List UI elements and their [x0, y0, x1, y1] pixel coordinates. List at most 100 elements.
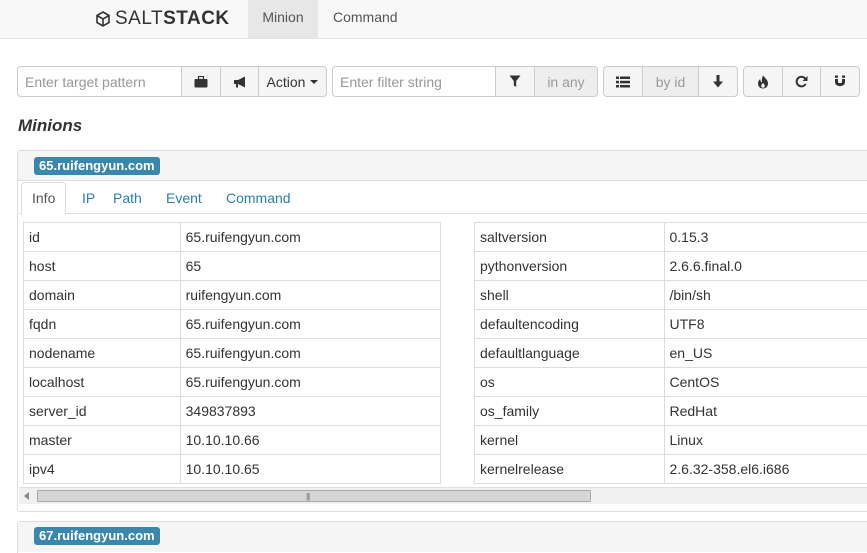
grain-value: 0.15.3 [663, 222, 867, 252]
grain-value: 65.ruifengyun.com [179, 309, 442, 339]
brand-name: SALTSTACK [115, 8, 230, 29]
grain-row: os_family RedHat [474, 396, 867, 426]
briefcase-icon [194, 75, 208, 87]
refresh-button[interactable] [782, 66, 821, 97]
scrollbar-thumb[interactable]: ||| [37, 490, 591, 502]
grain-row: localhost 65.ruifengyun.com [23, 367, 442, 397]
grain-value: Linux [663, 425, 867, 455]
fire-icon [758, 75, 768, 88]
grain-value: 65.ruifengyun.com [179, 338, 442, 368]
grain-row: master 10.10.10.66 [23, 425, 442, 455]
grain-row: ipv4 10.10.10.65 [23, 454, 442, 484]
saltstack-cube-icon [96, 11, 110, 27]
grain-key: kernelrelease [474, 454, 665, 484]
grain-row: pythonversion 2.6.6.final.0 [474, 251, 867, 281]
filter-string-input[interactable]: Enter filter string [332, 66, 496, 97]
magnet-button[interactable] [820, 66, 860, 97]
list-button[interactable] [603, 66, 643, 97]
grain-row: id 65.ruifengyun.com [23, 222, 442, 252]
tab-ip[interactable]: IP [72, 182, 105, 214]
brand-logo[interactable]: SALTSTACK [95, 8, 230, 30]
grain-value: 65.ruifengyun.com [179, 222, 442, 252]
grain-key: saltversion [474, 222, 665, 252]
target-pattern-input[interactable]: Enter target pattern [17, 66, 182, 97]
grain-key: shell [474, 280, 665, 310]
grain-key: host [23, 251, 181, 281]
grain-row: shell/bin/sh [474, 280, 867, 310]
grain-key: pythonversion [474, 251, 665, 281]
grain-value: RedHat [663, 396, 867, 426]
nav-tab-command[interactable]: Command [319, 0, 412, 38]
grain-value: /bin/sh [663, 280, 867, 310]
fire-button[interactable] [743, 66, 783, 97]
briefcase-button[interactable] [181, 66, 221, 97]
filter-button[interactable] [495, 66, 535, 97]
grain-key: server_id [23, 396, 181, 426]
refresh-icon [795, 75, 808, 88]
grain-key: defaultencoding [474, 309, 665, 339]
grain-key: os_family [474, 396, 665, 426]
grain-value: en_US [663, 338, 867, 368]
sort-by-id-button[interactable]: by id [642, 66, 699, 97]
grain-key: ipv4 [23, 454, 181, 484]
minion-panel-header[interactable]: 67.ruifengyun.com [18, 522, 867, 552]
grain-row: domain ruifengyun.com [23, 280, 442, 310]
in-any-button[interactable]: in any [534, 66, 598, 97]
sort-descending-button[interactable] [698, 66, 738, 97]
minion-id-badge: 67.ruifengyun.com [34, 527, 160, 545]
magnet-icon [835, 75, 845, 87]
list-icon [616, 76, 630, 87]
horizontal-scrollbar[interactable]: ||| [19, 487, 867, 504]
grain-key: defaultlanguage [474, 338, 665, 368]
grains-table-right: saltversion 0.15.3 pythonversion 2.6.6.fina… [474, 222, 867, 484]
filter-icon [509, 75, 521, 87]
grain-row: defaultlanguage en_US [474, 338, 867, 368]
grains-table-left: id 65.ruifengyun.com host 65 domain ruifengyu… [23, 222, 442, 484]
minion-panel: 65.ruifengyun.com Info IP Path Event Com… [17, 150, 867, 512]
grain-key: fqdn [23, 309, 181, 339]
grain-key: domain [23, 280, 181, 310]
grain-value: 10.10.10.66 [179, 425, 442, 455]
grip-icon: ||| [306, 492, 310, 501]
top-navbar: SALTSTACK Minion Command [0, 0, 867, 39]
bullhorn-button[interactable] [220, 66, 259, 97]
grain-value: 2.6.6.final.0 [663, 251, 867, 281]
grain-key: nodename [23, 338, 181, 368]
action-label: Action [266, 73, 306, 90]
grain-value: 10.10.10.65 [179, 454, 442, 484]
grain-row: kernel Linux [474, 425, 867, 455]
grain-value: 2.6.32-358.el6.i686 [663, 454, 867, 484]
grain-row: nodename 65.ruifengyun.com [23, 338, 442, 368]
grain-row: server_id 349837893 [23, 396, 442, 426]
grain-value: UTF8 [663, 309, 867, 339]
minion-tabs: Info IP Path Event Command [19, 182, 867, 215]
grain-value: 65 [179, 251, 442, 281]
grain-key: localhost [23, 367, 181, 397]
grain-key: os [474, 367, 665, 397]
grain-row: os CentOS [474, 367, 867, 397]
minion-panel-header[interactable]: 65.ruifengyun.com [18, 151, 867, 181]
grain-row: host 65 [23, 251, 442, 281]
grain-key: id [23, 222, 181, 252]
page-title: Minions [18, 116, 83, 135]
grain-value: ruifengyun.com [179, 280, 442, 310]
grain-value: CentOS [663, 367, 867, 397]
scroll-left-arrow-icon[interactable] [24, 492, 29, 500]
grain-value: 65.ruifengyun.com [179, 367, 442, 397]
minion-panel: 67.ruifengyun.com [17, 521, 867, 553]
grain-value: 349837893 [179, 396, 442, 426]
grain-key: master [23, 425, 181, 455]
grain-key: kernel [474, 425, 665, 455]
action-dropdown-button[interactable]: Action [258, 66, 327, 97]
grain-row: defaultencoding UTF8 [474, 309, 867, 339]
tab-command[interactable]: Command [216, 182, 301, 214]
grain-row: kernelrelease 2.6.32-358.el6.i686 [474, 454, 867, 484]
tab-path[interactable]: Path [103, 182, 152, 214]
tab-info[interactable]: Info [21, 182, 67, 215]
minion-id-badge: 65.ruifengyun.com [34, 157, 160, 175]
caret-down-icon [310, 79, 319, 84]
tab-event[interactable]: Event [156, 182, 212, 214]
grain-row: saltversion 0.15.3 [474, 222, 867, 252]
nav-tab-minion[interactable]: Minion [248, 0, 318, 38]
bullhorn-icon [233, 76, 245, 87]
